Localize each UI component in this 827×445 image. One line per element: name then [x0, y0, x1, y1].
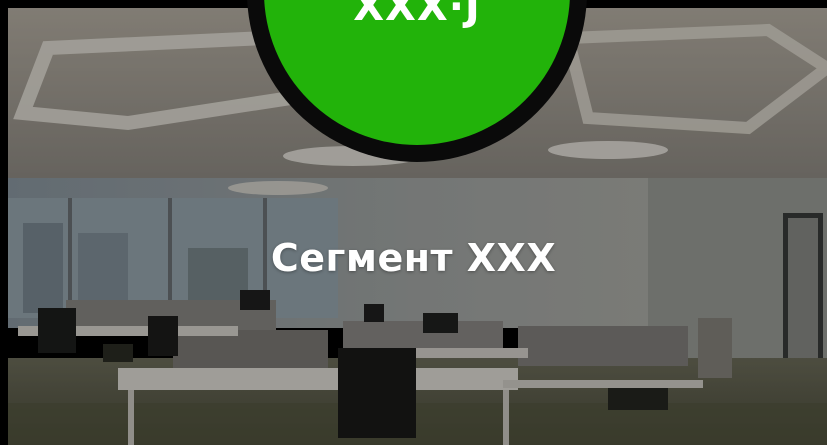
badge-label: XXX·J: [353, 0, 481, 30]
hero-banner: Сегмент XXX XXX·J: [0, 0, 827, 445]
badge-circle: XXX·J: [264, 0, 570, 145]
segment-title: Сегмент XXX: [270, 236, 557, 280]
